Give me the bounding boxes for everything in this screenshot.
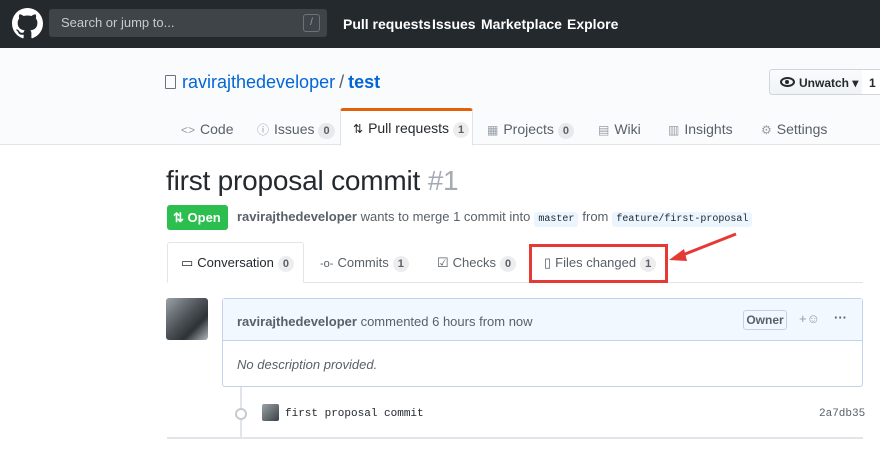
repo-name-link[interactable]: test [348,72,380,92]
pull-request-icon: ⇅ [353,122,364,136]
repo-separator: / [339,72,345,92]
head-branch[interactable]: feature/first-proposal [612,212,753,227]
tab-wiki[interactable]: ▤ Wiki [598,121,641,137]
tab-code-label: Code [200,121,234,137]
tab-code[interactable]: <> Code [181,121,233,137]
pr-author-link[interactable]: ravirajthedeveloper [237,209,357,224]
commit-sha-link[interactable]: 2a7db35 [819,408,865,420]
tab-settings-label: Settings [776,121,828,137]
global-header: Search or jump to... / Pull requests Iss… [0,0,880,48]
pr-title-text: first proposal commit [166,165,421,196]
repo-icon [165,75,176,89]
comment-author-line: ravirajthedeveloper commented 6 hours fr… [237,314,533,329]
commit-node-icon [235,408,247,420]
pull-request-icon: ⇅ [173,210,188,225]
kebab-menu-icon[interactable]: ··· [834,310,847,325]
tab-checks-label: Checks [452,255,497,270]
graph-icon: ▥ [668,123,680,137]
pull-requests-count: 1 [453,122,470,138]
commit-author-avatar[interactable] [262,404,279,421]
repo-title: ravirajthedeveloper / test [165,72,380,93]
checks-count: 0 [500,256,517,272]
nav-explore[interactable]: Explore [567,16,618,32]
issue-icon: ⓘ [257,123,270,137]
nav-issues[interactable]: Issues [432,16,476,32]
commits-count: 1 [392,256,409,272]
timeline-divider [167,437,863,439]
repo-owner-link[interactable]: ravirajthedeveloper [182,72,335,92]
search-input[interactable]: Search or jump to... / [49,9,327,37]
projects-count: 0 [557,123,575,139]
status-badge: ⇅ Open [167,205,228,230]
unwatch-label: Unwatch ▾ [799,76,859,90]
tab-issues[interactable]: ⓘ Issues 0 [257,121,335,139]
tab-commits-label: Commits [337,255,389,270]
pr-title: first proposal commit #1 [166,165,459,197]
code-icon: <> [181,123,196,137]
commit-icon: -o- [320,258,334,270]
tab-pull-requests[interactable]: ⇅ Pull requests 1 [340,108,473,146]
comment-icon: ▭ [181,255,194,270]
eye-icon [780,77,795,87]
pr-meta: ravirajthedeveloper wants to merge 1 com… [237,209,756,227]
github-logo-icon[interactable] [12,8,43,39]
comment-box: ravirajthedeveloper commented 6 hours fr… [222,298,863,387]
add-reaction-icon[interactable]: +☺ [799,311,820,326]
search-placeholder: Search or jump to... [61,15,175,30]
conversation-count: 0 [277,256,295,272]
nav-pull-requests[interactable]: Pull requests [343,16,431,32]
repo-header: ravirajthedeveloper / test Unwatch ▾ 1 <> C… [0,48,880,146]
from-text: from [582,209,609,224]
annotation-arrow-icon [669,232,737,261]
tab-conversation[interactable]: ▭ Conversation 0 [167,242,304,283]
tab-pull-requests-label: Pull requests [368,120,449,136]
tab-insights-label: Insights [684,121,733,137]
pr-tabs: ▭ Conversation 0 -o- Commits 1 ☑ Checks 0 ▯ Fil… [167,242,863,283]
slash-shortcut-hint: / [303,14,320,32]
watch-count[interactable]: 1 [862,69,880,95]
commit-message-link[interactable]: first proposal commit [285,408,424,420]
status-label: Open [187,210,221,225]
tab-insights[interactable]: ▥ Insights [668,121,733,137]
tab-settings[interactable]: ⚙ Settings [761,121,827,137]
comment-author-link[interactable]: ravirajthedeveloper [237,314,357,329]
avatar[interactable] [166,298,208,340]
nav-marketplace[interactable]: Marketplace [481,16,562,32]
comment-action: commented 6 hours from now [360,314,533,329]
gear-icon: ⚙ [761,123,772,137]
base-branch[interactable]: master [534,212,579,227]
tab-commits[interactable]: -o- Commits 1 [320,255,409,272]
tab-projects-label: Projects [503,121,554,137]
unwatch-button[interactable]: Unwatch ▾ [769,69,863,95]
pr-number: #1 [427,165,459,196]
tab-conversation-label: Conversation [197,255,274,270]
checklist-icon: ☑ [437,255,449,270]
tab-checks[interactable]: ☑ Checks 0 [437,255,517,272]
comment-header: ravirajthedeveloper commented 6 hours fr… [223,299,862,341]
project-icon: ▦ [487,123,499,137]
owner-badge: Owner [743,310,787,330]
book-icon: ▤ [598,123,610,137]
tab-projects[interactable]: ▦ Projects 0 [487,121,575,139]
issues-count: 0 [318,123,335,139]
tab-wiki-label: Wiki [614,121,641,137]
annotation-highlight-box [529,244,668,283]
merge-text: wants to merge 1 commit into [360,209,531,224]
tab-issues-label: Issues [274,121,315,137]
comment-body: No description provided. [237,357,378,372]
